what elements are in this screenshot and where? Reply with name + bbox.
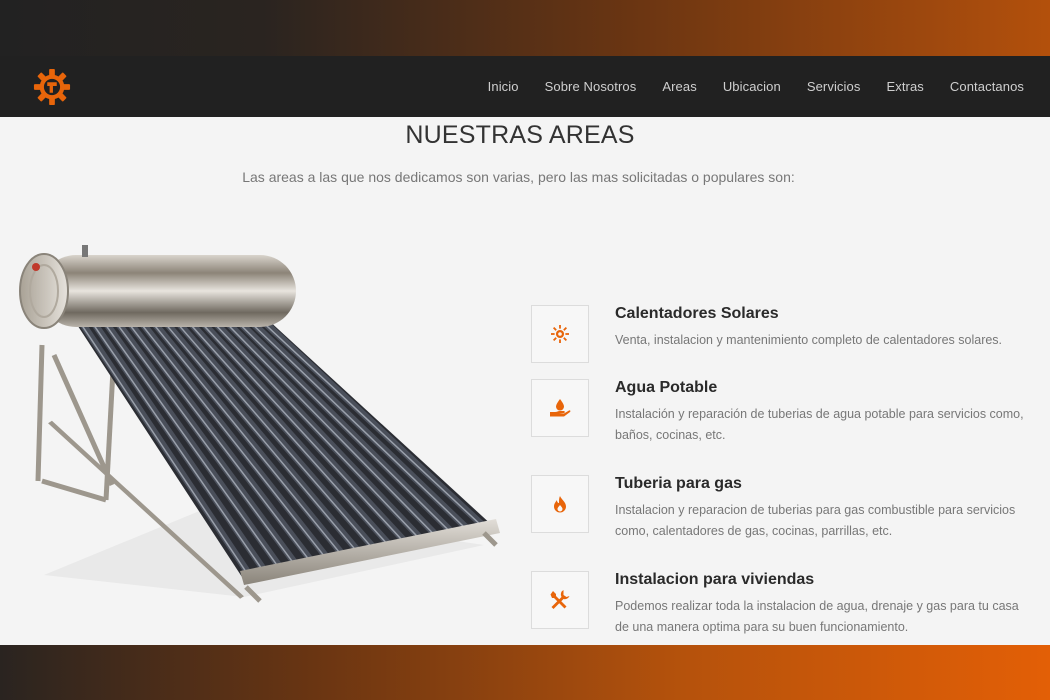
area-item-instalacion-viviendas: Instalacion para viviendas Podemos reali… [531,571,1036,641]
flame-icon [554,496,566,513]
area-title: Instalacion para viviendas [615,571,815,588]
water-hand-icon [550,399,571,417]
navbar: Inicio Sobre Nosotros Areas Ubicacion Se… [0,56,1050,117]
top-gradient-band [0,0,1050,56]
gear-logo-icon[interactable] [33,68,71,106]
nav-link-sobre-nosotros[interactable]: Sobre Nosotros [545,79,637,94]
areas-section: NUESTRAS AREAS Las areas a las que nos d… [0,117,1050,645]
area-description: Podemos realizar toda la instalacion de … [615,599,1019,634]
area-title: Calentadores Solares [615,305,779,322]
nav-link-ubicacion[interactable]: Ubicacion [723,79,781,94]
area-title: Tuberia para gas [615,475,742,492]
area-icon-box [531,571,589,629]
area-description: Instalación y reparación de tuberias de … [615,407,1024,442]
main-nav: Inicio Sobre Nosotros Areas Ubicacion Se… [462,56,1024,117]
area-item-tuberia-gas: Tuberia para gas Instalacion y reparacio… [531,475,1036,545]
nav-link-inicio[interactable]: Inicio [488,79,519,94]
area-description: Venta, instalacion y mantenimiento compl… [615,333,1003,347]
nav-link-areas[interactable]: Areas [662,79,696,94]
area-item-agua-potable: Agua Potable Instalación y reparación de… [531,379,1036,449]
sun-icon [551,325,569,343]
area-icon-box [531,475,589,533]
section-title: NUESTRAS AREAS [405,121,635,149]
bottom-gradient-band [0,645,1050,700]
section-subtitle: Las areas a las que nos dedicamos son va… [242,169,795,185]
solar-water-heater-image [19,245,500,603]
area-description: Instalacion y reparacion de tuberias par… [615,503,1016,538]
nav-link-extras[interactable]: Extras [886,79,923,94]
nav-link-servicios[interactable]: Servicios [807,79,861,94]
area-item-calentadores: Calentadores Solares Venta, instalacion … [531,305,1036,363]
area-icon-box [531,379,589,437]
area-title: Agua Potable [615,379,718,396]
nav-link-contactanos[interactable]: Contactanos [950,79,1024,94]
area-icon-box [531,305,589,363]
tools-icon [550,590,570,609]
